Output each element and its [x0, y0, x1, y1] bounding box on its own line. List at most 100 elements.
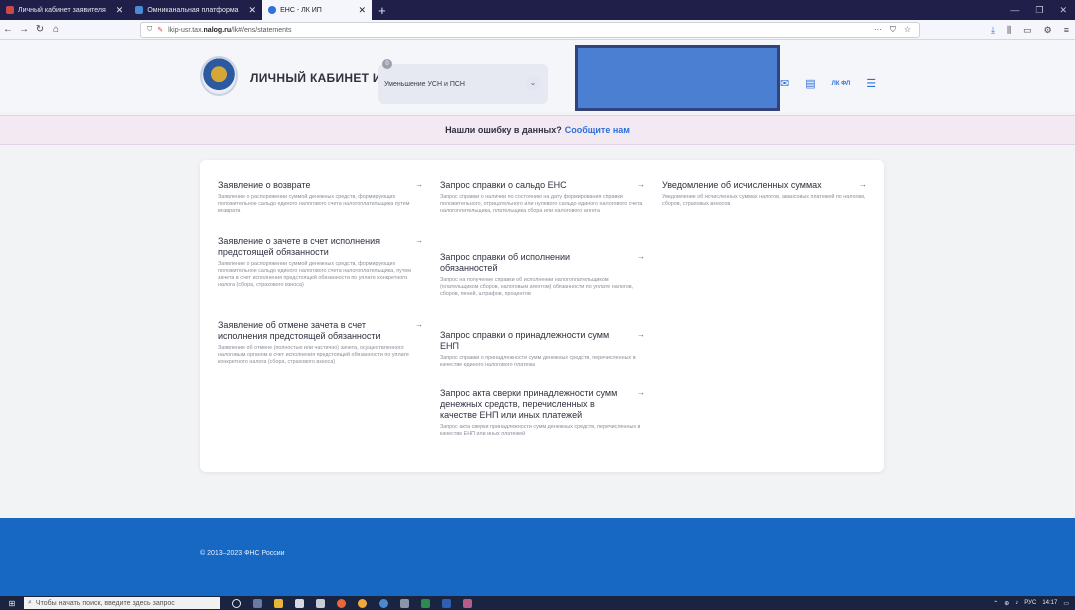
taskbar-search[interactable]: ⌕ Чтобы начать поиск, введите здесь запр…	[24, 597, 220, 609]
feedback-link[interactable]: Сообщите нам	[565, 125, 630, 135]
site-footer: © 2013–2023 ФНС России	[0, 518, 1075, 600]
mail-icon[interactable]: ✉	[780, 77, 789, 90]
maximize-icon[interactable]: ❐	[1035, 5, 1043, 16]
statement-item-enp-ownership[interactable]: Запрос справки о принадлежности сумм ЕНП…	[440, 330, 645, 369]
task-view-icon[interactable]	[253, 598, 262, 608]
select-value: Уменьшение УСН и ПСН	[384, 80, 465, 88]
mode-select[interactable]: Уменьшение УСН и ПСН ⌄	[378, 64, 548, 104]
statement-description: Уведомление об исчисленных суммах налого…	[662, 194, 866, 207]
app-icon-2[interactable]	[463, 598, 472, 608]
new-tab-button[interactable]: +	[372, 3, 392, 18]
arrow-right-icon[interactable]: →	[637, 330, 645, 339]
browser-tab-3[interactable]: ЕНС - ЛК ИП ✕	[262, 0, 373, 20]
url-bar[interactable]: ⛉ ✎ lkip-usr.tax.nalog.ru/lk#/ens/statem…	[140, 22, 920, 38]
arrow-right-icon[interactable]: →	[415, 236, 423, 245]
excel-icon[interactable]	[421, 598, 430, 608]
store-icon[interactable]	[295, 598, 304, 608]
notifications-icon[interactable]: ▭	[1063, 600, 1069, 607]
language-indicator[interactable]: РУС	[1024, 600, 1036, 606]
arrow-right-icon[interactable]: →	[415, 180, 423, 189]
statement-title: Запрос справки о сальдо ЕНС	[440, 180, 567, 190]
reload-icon[interactable]: ↻	[32, 24, 48, 35]
toolbar-extras: ⤓ ⫼ ▭ ⚙ ≡	[991, 20, 1069, 40]
user-initials[interactable]: ЛК ФЛ	[832, 81, 851, 87]
menu-icon[interactable]: ≡	[1064, 25, 1069, 35]
tab-label: Омниканальная платформа	[147, 6, 239, 14]
close-window-icon[interactable]: ✕	[1059, 5, 1067, 16]
close-tab-icon[interactable]: ✕	[359, 5, 367, 16]
bookmark-star-icon[interactable]: ☆	[904, 25, 911, 35]
statement-description: Запрос справки о принадлежности сумм ден…	[440, 355, 636, 368]
volume-icon[interactable]: ♪	[1015, 600, 1018, 606]
forward-icon[interactable]: →	[16, 24, 32, 35]
statement-title: Заявление об отмене зачета в счет исполн…	[218, 320, 381, 341]
tab-label: ЕНС - ЛК ИП	[280, 6, 322, 14]
app-icon[interactable]	[400, 598, 409, 608]
mail-app-icon[interactable]	[316, 598, 325, 608]
statement-description: Заявление о распоряжении суммой денежных…	[218, 261, 411, 288]
statement-title: Запрос акта сверки принадлежности сумм д…	[440, 388, 618, 420]
tray-chevron-icon[interactable]: ⌃	[993, 600, 998, 607]
select-badge: 0	[382, 59, 392, 69]
windows-start-icon[interactable]: ⊞	[0, 599, 24, 608]
statement-title: Заявление о возврате	[218, 180, 311, 190]
library-icon[interactable]: ⫼	[1007, 25, 1011, 36]
close-tab-icon[interactable]: ✕	[116, 5, 124, 16]
home-icon[interactable]: ⌂	[48, 24, 64, 35]
download-icon[interactable]: ⤓	[991, 25, 995, 36]
os-taskbar: ⊞ ⌕ Чтобы начать поиск, введите здесь за…	[0, 596, 1075, 610]
favicon-icon	[135, 6, 144, 14]
extension-icon[interactable]: ⚙	[1044, 25, 1052, 36]
statement-description: Заявление о распоряжении суммой денежных…	[218, 194, 410, 214]
clock[interactable]: 14:17	[1042, 600, 1057, 606]
arrow-right-icon[interactable]: →	[637, 252, 645, 261]
minimize-icon[interactable]: —	[1010, 5, 1019, 15]
statement-item-obligations[interactable]: Запрос справки об исполнении обязанносте…	[440, 252, 645, 298]
file-explorer-icon[interactable]	[274, 598, 283, 608]
yandex-browser-icon[interactable]	[358, 598, 367, 608]
page-title: ЛИЧНЫЙ КАБИНЕТ ИП	[250, 71, 391, 85]
url-text: lkip-usr.tax.nalog.ru/lk#/ens/statements	[168, 26, 292, 34]
taskbar-apps	[232, 598, 472, 608]
statements-card: Заявление о возврате Заявление о распоря…	[200, 160, 884, 472]
statement-item-refund[interactable]: Заявление о возврате Заявление о распоря…	[218, 180, 423, 215]
arrow-right-icon[interactable]: →	[415, 320, 423, 329]
statement-item-cancel-offset[interactable]: Заявление об отмене зачета в счет исполн…	[218, 320, 423, 366]
close-tab-icon[interactable]: ✕	[249, 5, 257, 16]
network-icon[interactable]: ⊕	[1004, 600, 1009, 607]
arrow-right-icon[interactable]: →	[637, 388, 645, 397]
statement-title: Уведомление об исчисленных суммах	[662, 180, 822, 190]
message-icon[interactable]: ▤	[805, 77, 815, 90]
search-icon: ⌕	[28, 599, 32, 606]
chrome-icon[interactable]	[379, 598, 388, 608]
favicon-icon	[6, 6, 14, 14]
word-icon[interactable]	[442, 598, 451, 608]
firefox-icon[interactable]	[337, 598, 346, 608]
browser-tab-2[interactable]: Омниканальная платформа ✕	[129, 0, 262, 20]
arrow-right-icon[interactable]: →	[859, 180, 867, 189]
header-icons: ✉ ▤ ЛК ФЛ ☰	[780, 77, 876, 90]
lock-icon[interactable]: ✎	[157, 26, 163, 34]
statement-item-reconciliation[interactable]: Запрос акта сверки принадлежности сумм д…	[440, 388, 645, 438]
arrow-right-icon[interactable]: →	[637, 180, 645, 189]
feedback-banner: Нашли ошибку в данных? Сообщите нам	[0, 115, 1075, 145]
statement-item-notice[interactable]: Уведомление об исчисленных суммах Уведом…	[662, 180, 867, 208]
statement-item-balance[interactable]: Запрос справки о сальдо ЕНС Запрос справ…	[440, 180, 645, 215]
chevron-down-icon[interactable]: ⌄	[526, 76, 540, 90]
fns-logo[interactable]	[200, 56, 238, 96]
shield-icon[interactable]: ⛉	[147, 26, 152, 34]
statement-description: Запрос на получение справки об исполнени…	[440, 277, 634, 297]
tab-label: Личный кабинет заявителя	[18, 6, 106, 14]
back-icon[interactable]: ←	[0, 24, 16, 35]
statement-title: Запрос справки об исполнении обязанносте…	[440, 252, 571, 273]
browser-nav-bar: ← → ↻ ⌂ ⛉ ✎ lkip-usr.tax.nalog.ru/lk#/en…	[0, 20, 1075, 40]
cortana-icon[interactable]	[232, 598, 241, 608]
search-placeholder: Чтобы начать поиск, введите здесь запрос	[35, 599, 175, 607]
hamburger-menu-icon[interactable]: ☰	[866, 77, 876, 90]
sidebar-icon[interactable]: ▭	[1023, 25, 1032, 36]
more-icon[interactable]: ···	[874, 25, 882, 35]
pocket-icon[interactable]: ⛉	[890, 25, 896, 35]
browser-tab-1[interactable]: Личный кабинет заявителя ✕	[0, 0, 129, 20]
statement-item-offset[interactable]: Заявление о зачете в счет исполнения пре…	[218, 236, 423, 289]
system-tray: ⌃ ⊕ ♪ РУС 14:17 ▭	[993, 596, 1069, 610]
